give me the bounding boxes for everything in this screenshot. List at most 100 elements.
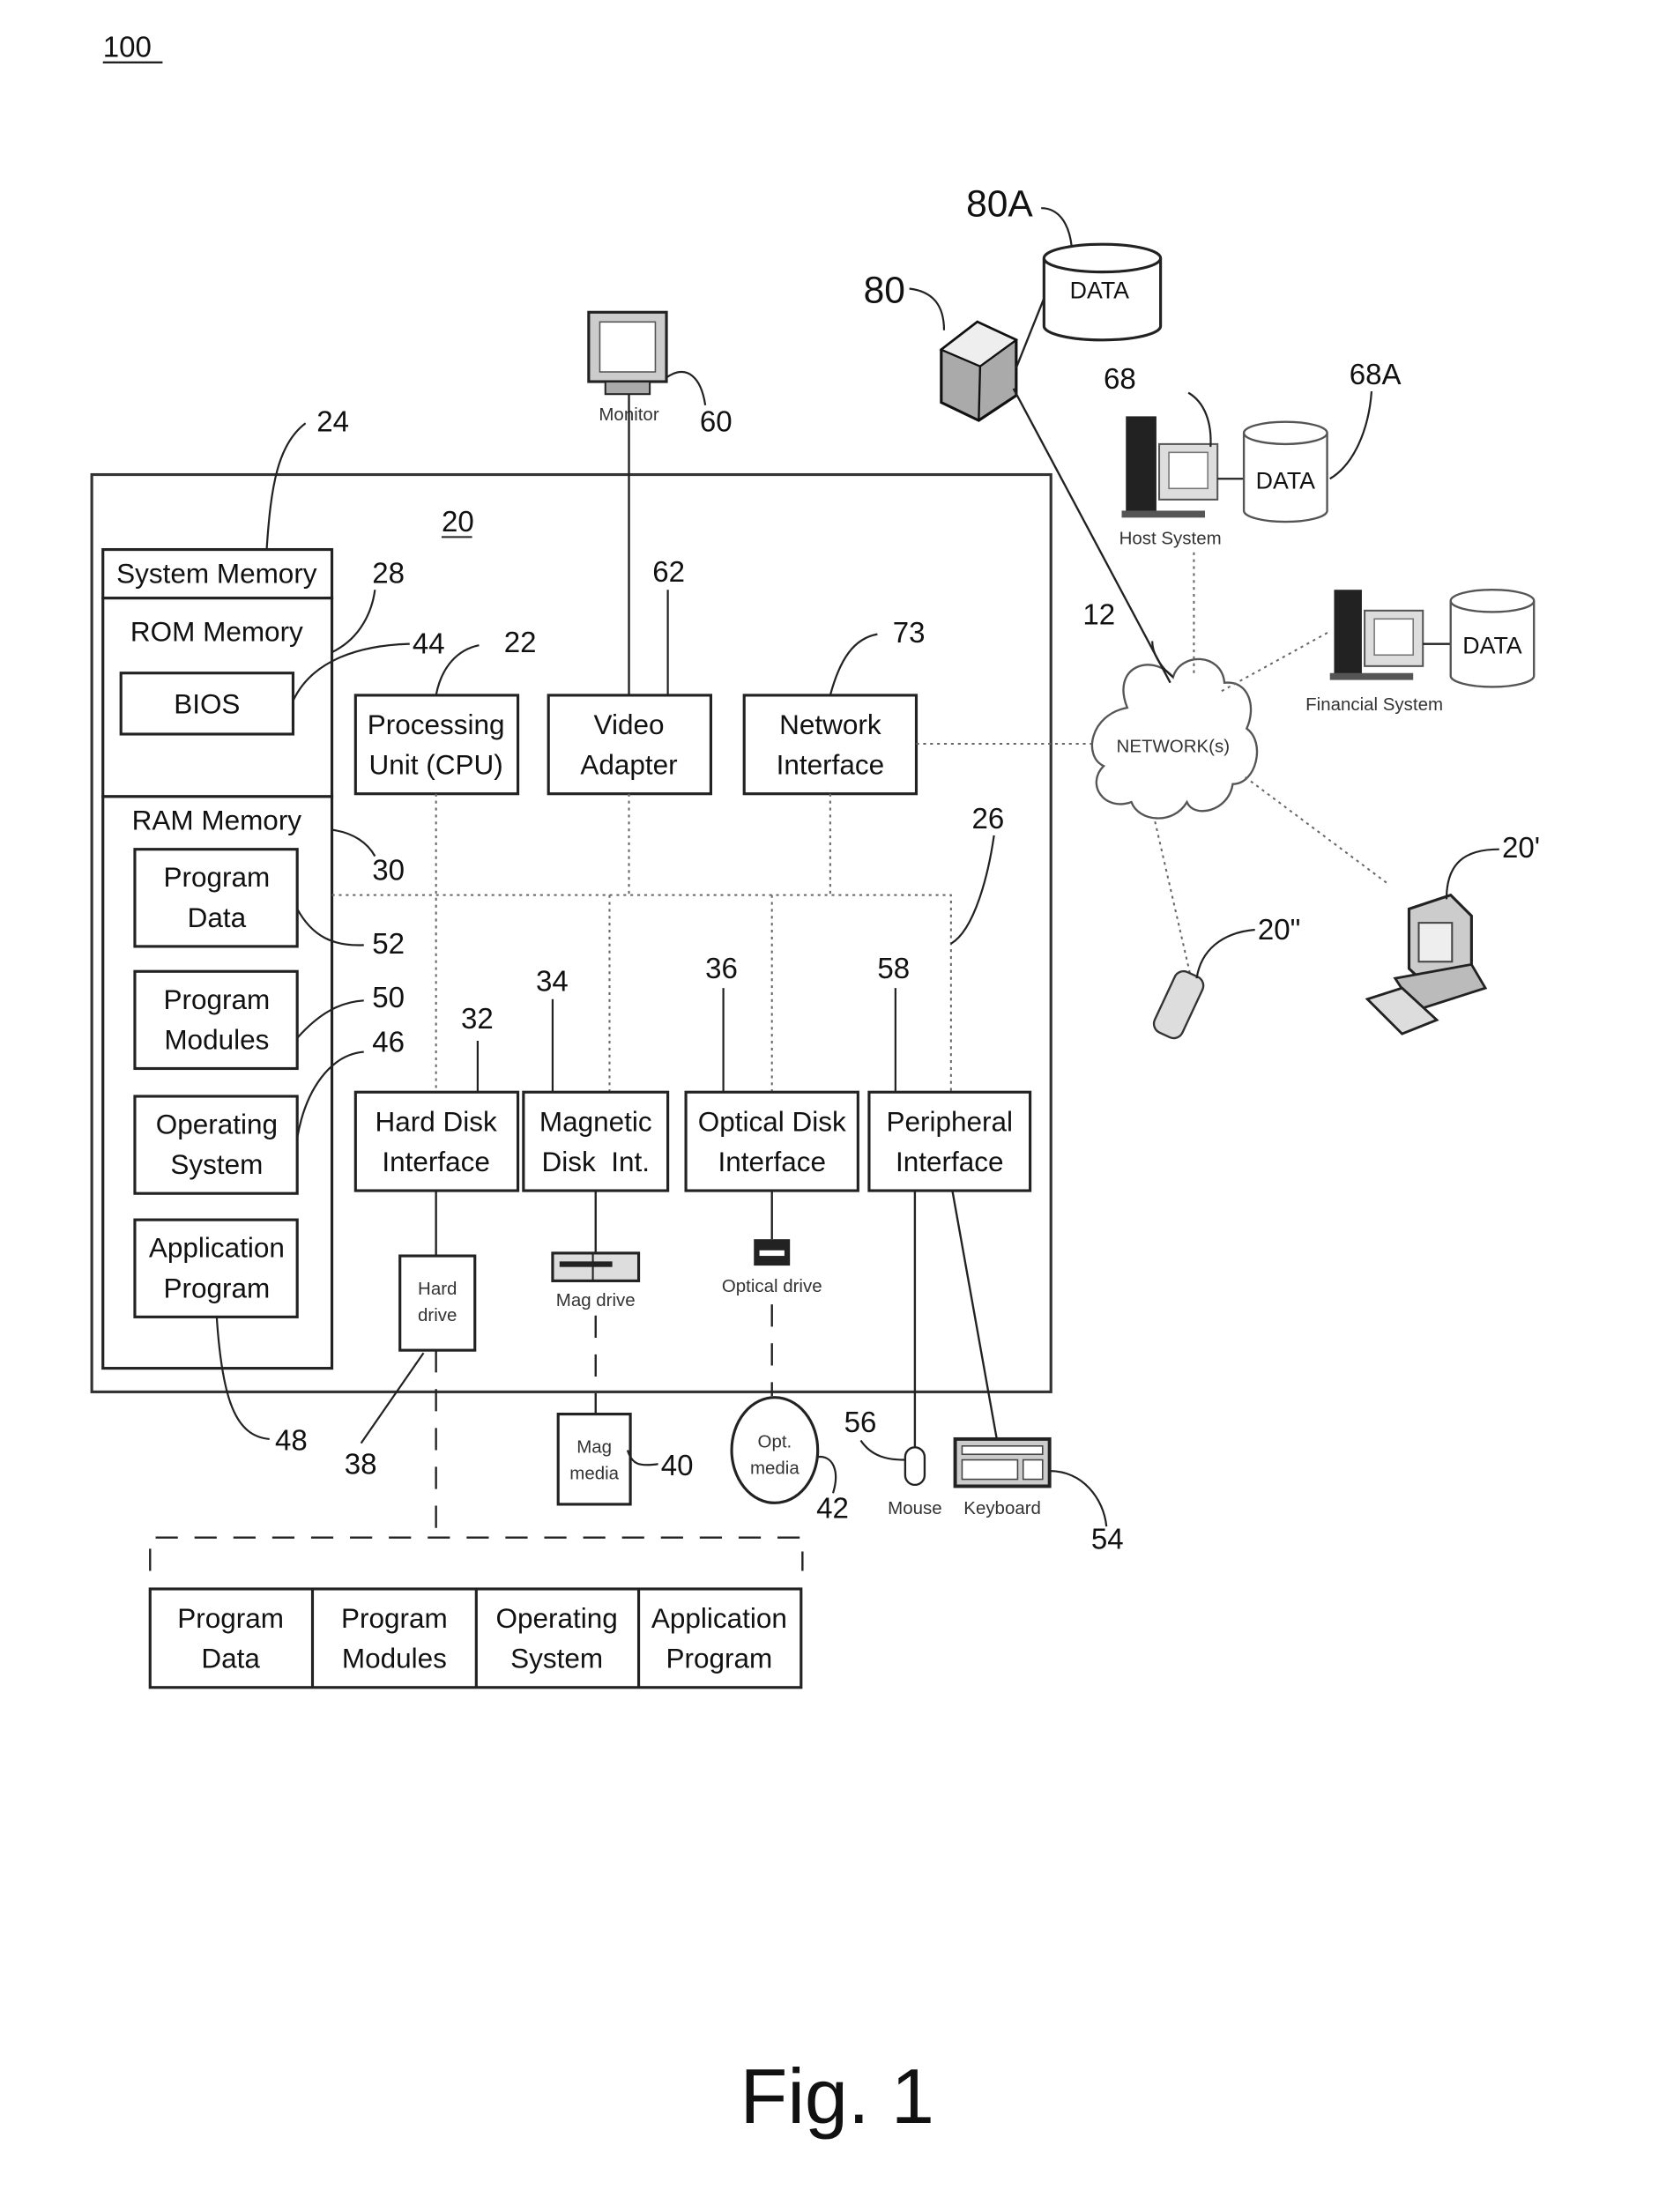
database-80a-label: DATA (1070, 278, 1130, 304)
storage-cell-operating-system-l1: Operating (496, 1602, 618, 1634)
ref-48: 48 (275, 1425, 308, 1458)
mouse-label: Mouse (888, 1498, 941, 1518)
financial-system-label: Financial System (1305, 694, 1443, 715)
ram-application-program-line1: Application (149, 1232, 285, 1264)
ref-34: 34 (536, 965, 569, 998)
ref-56: 56 (844, 1407, 877, 1439)
hard-drive: Hard drive (398, 1254, 477, 1352)
network-interface-line2: Interface (777, 749, 885, 781)
keyboard-label: Keyboard (963, 1498, 1041, 1518)
system-bus (331, 742, 1097, 1093)
storage-cell-program-modules-l1: Program (341, 1602, 448, 1634)
video-adapter-line2: Adapter (580, 749, 677, 781)
ram-program-data-line2: Data (188, 902, 247, 933)
mag-drive-label: Mag drive (556, 1290, 636, 1310)
hard-drive-line2: drive (418, 1305, 457, 1325)
network-cloud: NETWORK(s) (1090, 657, 1259, 820)
ref-80: 80 (864, 270, 905, 311)
ref-60: 60 (700, 406, 733, 439)
desktop-network-link (1245, 776, 1389, 885)
ref-20-prime: 20' (1502, 832, 1540, 865)
mag-media-line1: Mag (576, 1437, 612, 1458)
ref-52: 52 (372, 928, 405, 961)
ref-54: 54 (1091, 1523, 1124, 1555)
mag-media-line2: media (569, 1464, 619, 1484)
opt-media-line1: Opt. (758, 1431, 792, 1451)
optical-drive-label: Optical drive (722, 1276, 822, 1296)
hdd-if-line1: Hard Disk (376, 1105, 497, 1137)
optical-drive-icon: Optical drive (722, 1239, 822, 1296)
storage-cell-program-data-l1: Program (177, 1602, 284, 1634)
figure-number: 100 (103, 32, 152, 64)
ram-program-data-line1: Program (163, 861, 270, 893)
ram-operating-system-line1: Operating (156, 1108, 278, 1139)
computer-label: 20 (442, 506, 474, 538)
mag-media: Mag media (556, 1412, 632, 1506)
figure-caption: Fig. 1 (740, 2052, 934, 2140)
ref-38: 38 (345, 1448, 377, 1481)
video-adapter-line1: Video (594, 709, 665, 740)
keyboard-cable (951, 1190, 998, 1440)
ram-application-program-line2: Program (163, 1272, 270, 1303)
server-data-link (1015, 298, 1045, 368)
storage-cell-program-modules-l2: Modules (342, 1643, 447, 1674)
ref-62: 62 (652, 556, 685, 589)
ref-68a: 68A (1350, 359, 1402, 391)
financial-network-link (1221, 630, 1331, 693)
phone-icon (1152, 969, 1205, 1040)
network-interface-line1: Network (779, 709, 881, 740)
ram-operating-system-line2: System (170, 1148, 263, 1180)
server-icon (939, 320, 1019, 422)
bios-label: BIOS (174, 687, 240, 719)
monitor-icon: Monitor (587, 310, 668, 425)
mag-if-line2: Disk Int. (541, 1146, 649, 1177)
ram-memory-title: RAM Memory (132, 805, 302, 836)
ref-28: 28 (372, 557, 405, 590)
network-cloud-label: NETWORK(s) (1117, 736, 1230, 756)
optical-disk-interface: Optical Disk Interface (684, 1090, 859, 1192)
peripheral-interface: Peripheral Interface (867, 1090, 1032, 1192)
ref-12: 12 (1082, 599, 1115, 632)
database-68a-icon: DATA (1242, 420, 1328, 523)
mag-drive-icon: Mag drive (551, 1251, 641, 1310)
ref-40: 40 (661, 1450, 694, 1482)
host-system-icon: Host System (1119, 416, 1222, 548)
ref-73: 73 (893, 617, 926, 649)
ref-42: 42 (816, 1493, 849, 1525)
ref-44: 44 (413, 628, 445, 661)
magnetic-disk-interface: Magnetic Disk Int. (522, 1090, 670, 1192)
opt-media: Opt. media (730, 1396, 820, 1504)
opt-media-line2: media (750, 1458, 800, 1478)
ram-program-modules-line2: Modules (164, 1023, 269, 1055)
ref-46: 46 (372, 1027, 405, 1059)
video-adapter: Video Adapter (547, 694, 713, 796)
ram-program-modules-line1: Program (163, 984, 270, 1015)
financial-system-icon: Financial System (1305, 590, 1443, 715)
mag-if-line1: Magnetic (539, 1105, 652, 1137)
database-financial-icon: DATA (1449, 589, 1536, 688)
hard-drive-line1: Hard (418, 1279, 457, 1299)
ref-20-double-prime: 20" (1258, 914, 1301, 946)
hard-disk-interface: Hard Disk Interface (353, 1090, 520, 1192)
ref-50: 50 (372, 982, 405, 1014)
storage-cell-application-program-l1: Application (651, 1602, 787, 1634)
database-80a-icon: DATA (1042, 242, 1163, 342)
storage-cell-program-data-l2: Data (201, 1643, 260, 1674)
cpu-line2: Unit (CPU) (369, 749, 503, 781)
system-memory-title: System Memory (116, 557, 317, 589)
host-system-label: Host System (1119, 528, 1222, 548)
ref-30: 30 (372, 854, 405, 887)
cpu-line1: Processing (368, 709, 505, 740)
storage-cell-application-program-l2: Program (666, 1643, 773, 1674)
ref-24: 24 (316, 406, 349, 439)
ref-68: 68 (1104, 363, 1136, 396)
ref-26: 26 (971, 803, 1004, 835)
desktop-computer-icon (1365, 893, 1488, 1035)
ref-36: 36 (705, 953, 738, 985)
storage-table: Program Data Program Modules Operating S… (148, 1587, 803, 1689)
ref-58: 58 (877, 953, 910, 985)
database-68a-label: DATA (1256, 467, 1316, 494)
rom-memory-title: ROM Memory (130, 615, 303, 647)
network-interface: Network Interface (742, 694, 919, 796)
phone-network-link (1154, 820, 1193, 979)
